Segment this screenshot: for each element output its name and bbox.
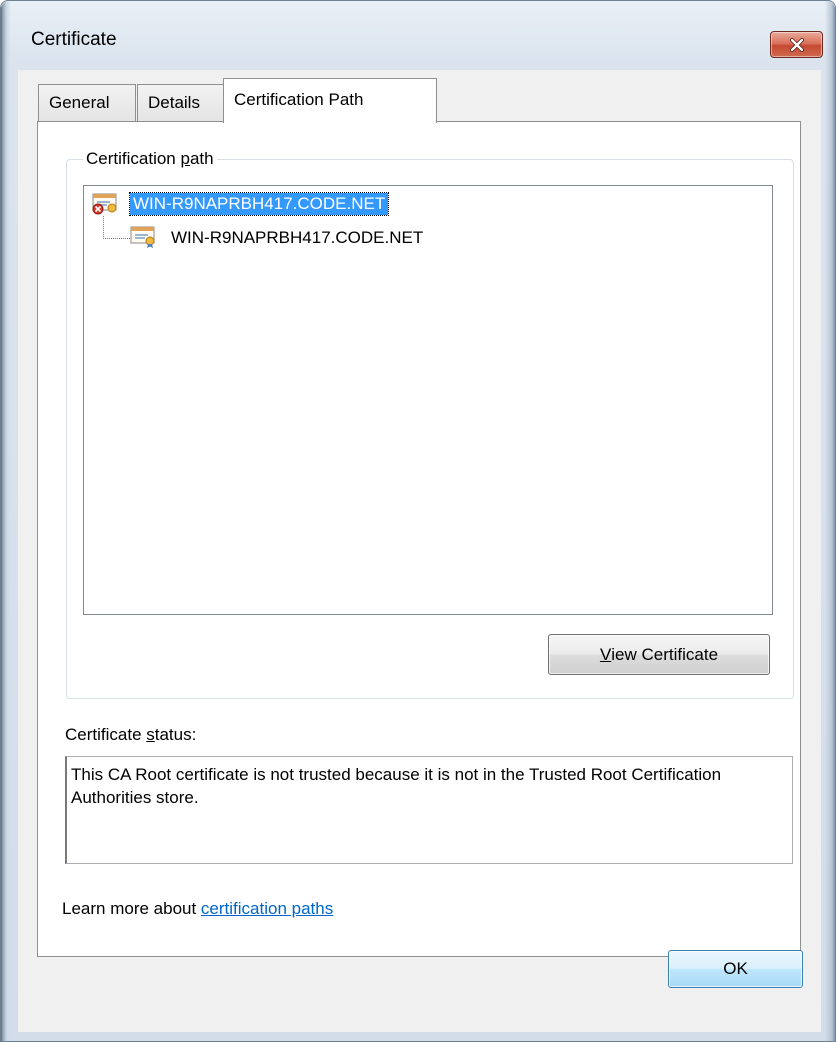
tab-details-label: Details xyxy=(148,93,200,112)
status-label-accelerator: s xyxy=(146,725,155,744)
certificate-status-textbox[interactable]: This CA Root certificate is not trusted … xyxy=(65,756,793,864)
view-certificate-label: iew Certificate xyxy=(611,644,719,664)
tree-connector xyxy=(103,216,130,239)
tab-general[interactable]: General xyxy=(38,84,136,122)
group-label-text: Certification xyxy=(86,149,181,168)
certificate-status-text: This CA Root certificate is not trusted … xyxy=(71,765,722,807)
close-button[interactable] xyxy=(770,31,823,58)
dialog-client-area: General Details Certification Path Certi… xyxy=(18,70,821,1032)
tab-certification-path[interactable]: Certification Path xyxy=(223,78,437,123)
certification-paths-link[interactable]: certification paths xyxy=(201,899,333,918)
tab-general-label: General xyxy=(49,93,110,112)
tab-panel-certification-path: Certification path WIN-R9NAPRBH417.CODE.… xyxy=(37,121,801,957)
group-label-text-rest: ath xyxy=(189,149,214,168)
group-label-accelerator: p xyxy=(180,149,190,168)
certification-path-tree[interactable]: WIN-R9NAPRBH417.CODE.NET WIN-R9NAPRBH417… xyxy=(83,185,773,615)
learn-more-text: Learn more about certification paths xyxy=(62,899,333,919)
tab-certification-path-label: Certification Path xyxy=(234,90,364,109)
tree-node-root[interactable]: WIN-R9NAPRBH417.CODE.NET xyxy=(128,192,390,216)
certificate-icon xyxy=(130,226,155,248)
tab-details[interactable]: Details xyxy=(137,84,224,122)
learn-more-prefix: Learn more about xyxy=(62,899,201,918)
window-frame-left xyxy=(1,1,11,1041)
certificate-status-label: Certificate status: xyxy=(65,725,196,745)
ok-button[interactable]: OK xyxy=(668,950,803,988)
window-title: Certificate xyxy=(31,29,117,50)
certificate-dialog: Certificate General Details Certificatio… xyxy=(0,0,836,1042)
close-icon xyxy=(789,37,804,52)
certification-path-group-label: Certification path xyxy=(83,149,217,169)
view-certificate-accelerator: V xyxy=(599,644,612,664)
status-label-text-rest: tatus: xyxy=(154,725,197,744)
view-certificate-button[interactable]: View Certificate xyxy=(548,634,770,675)
tree-node-child[interactable]: WIN-R9NAPRBH417.CODE.NET xyxy=(171,228,423,248)
status-label-text: Certificate xyxy=(65,725,147,744)
certificate-error-icon xyxy=(92,193,117,215)
window-frame-right xyxy=(825,1,835,1041)
ok-button-label: OK xyxy=(723,959,748,978)
